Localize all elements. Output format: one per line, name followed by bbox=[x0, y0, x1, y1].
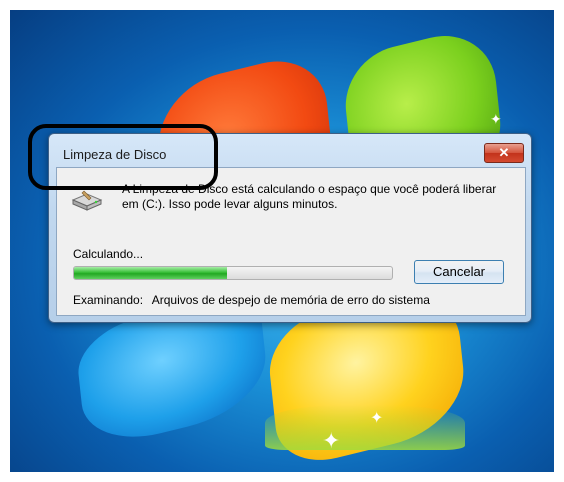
progress-bar-fill bbox=[74, 267, 227, 279]
close-icon: ✕ bbox=[498, 145, 510, 160]
screenshot-frame: ✦ ✦ ✦ Limpeza de Disco ✕ A Limpeza de Di… bbox=[0, 0, 564, 482]
wallpaper-grass bbox=[265, 405, 465, 450]
sparkle-icon: ✦ bbox=[370, 410, 384, 427]
sparkle-icon: ✦ bbox=[322, 428, 341, 453]
sparkle-icon: ✦ bbox=[490, 111, 502, 127]
status-label: Calculando... bbox=[73, 247, 144, 261]
examining-label: Examinando: bbox=[73, 293, 144, 307]
drive-cleanup-icon bbox=[71, 190, 103, 211]
examining-line: Examinando: Arquivos de despejo de memór… bbox=[73, 293, 430, 307]
examining-value: Arquivos de despejo de memória de erro d… bbox=[151, 293, 430, 307]
progress-bar bbox=[73, 266, 393, 280]
cancel-button[interactable]: Cancelar bbox=[414, 260, 504, 284]
highlight-annotation bbox=[28, 124, 218, 190]
close-button[interactable]: ✕ bbox=[484, 143, 524, 163]
